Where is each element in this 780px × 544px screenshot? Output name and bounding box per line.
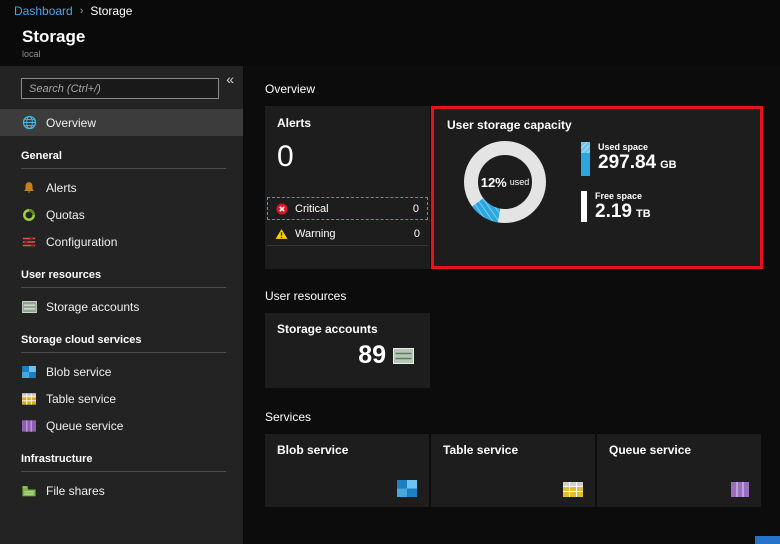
capacity-tile-title: User storage capacity xyxy=(447,118,747,132)
warning-label: Warning xyxy=(295,228,336,240)
sidebar-item-label: Table service xyxy=(46,392,116,406)
warning-icon xyxy=(275,228,288,240)
main-content: Overview Alerts 0 Critical 0 xyxy=(243,66,780,544)
free-space-bar-icon xyxy=(581,191,587,222)
sidebar-item-label: File shares xyxy=(46,484,105,498)
page-header: Storage local xyxy=(0,21,780,66)
warning-count: 0 xyxy=(414,228,420,240)
page-subtitle: local xyxy=(22,49,780,59)
free-space-stat: Free space 2.19 TB xyxy=(581,191,677,223)
sidebar-item-quotas[interactable]: Quotas xyxy=(0,201,243,228)
breadcrumb-current: Storage xyxy=(90,4,132,18)
storage-account-icon xyxy=(21,301,37,313)
used-space-value: 297.84 xyxy=(598,153,656,174)
blob-service-title: Blob service xyxy=(277,443,417,457)
blob-service-tile[interactable]: Blob service xyxy=(265,434,429,507)
sidebar-section-storage-cloud-services: Storage cloud services xyxy=(21,334,226,353)
overview-heading: Overview xyxy=(265,82,780,96)
globe-icon xyxy=(21,115,37,130)
collapse-sidebar-icon[interactable]: « xyxy=(226,72,234,86)
alerts-tile[interactable]: Alerts 0 Critical 0 xyxy=(265,106,430,269)
sidebar-item-overview[interactable]: Overview xyxy=(0,109,243,136)
critical-icon xyxy=(276,203,288,215)
storage-accounts-tile[interactable]: Storage accounts 89 xyxy=(265,313,430,388)
queue-icon xyxy=(21,420,37,432)
quota-ring-icon xyxy=(21,208,37,222)
storage-accounts-count: 89 xyxy=(358,343,386,368)
sidebar-item-label: Quotas xyxy=(46,208,85,222)
used-space-unit: GB xyxy=(660,159,677,171)
services-heading: Services xyxy=(265,410,780,424)
sidebar-item-label: Storage accounts xyxy=(46,300,139,314)
sidebar-item-blob-service[interactable]: Blob service xyxy=(0,358,243,385)
storage-account-tile-icon xyxy=(393,348,414,364)
free-space-value: 2.19 xyxy=(595,202,632,223)
storage-accounts-tile-title: Storage accounts xyxy=(277,322,418,336)
capacity-donut-chart: 12%used xyxy=(457,134,553,230)
breadcrumb-dashboard-link[interactable]: Dashboard xyxy=(14,4,73,18)
sliders-icon xyxy=(21,235,37,249)
sidebar-item-table-service[interactable]: Table service xyxy=(0,385,243,412)
critical-count: 0 xyxy=(413,203,419,215)
sidebar-item-file-shares[interactable]: File shares xyxy=(0,477,243,504)
user-resources-heading: User resources xyxy=(265,289,780,303)
sidebar-section-user-resources: User resources xyxy=(21,269,226,288)
free-space-unit: TB xyxy=(636,208,651,220)
warning-alerts-row[interactable]: Warning 0 xyxy=(267,223,428,246)
alerts-total-count: 0 xyxy=(277,140,418,174)
sidebar-section-general: General xyxy=(21,150,226,169)
queue-service-tile[interactable]: Queue service xyxy=(597,434,761,507)
bottom-corner-accent xyxy=(755,536,780,544)
sidebar-item-queue-service[interactable]: Queue service xyxy=(0,412,243,439)
blob-icon xyxy=(21,366,37,378)
sidebar: « Overview General Alerts xyxy=(0,66,243,544)
breadcrumb-separator: › xyxy=(80,5,84,17)
queue-service-title: Queue service xyxy=(609,443,749,457)
sidebar-item-alerts[interactable]: Alerts xyxy=(0,174,243,201)
storage-portal-screen: Dashboard › Storage Storage local « Over… xyxy=(0,0,780,544)
used-space-label: Used space xyxy=(598,142,677,152)
file-shares-icon xyxy=(21,485,37,497)
sidebar-item-storage-accounts[interactable]: Storage accounts xyxy=(0,293,243,320)
table-service-icon xyxy=(563,482,583,497)
used-space-stat: Used space 297.84 GB xyxy=(581,142,677,176)
sidebar-item-configuration[interactable]: Configuration xyxy=(0,228,243,255)
critical-label: Critical xyxy=(295,203,329,215)
donut-center-label: 12%used xyxy=(457,134,553,230)
queue-service-icon xyxy=(731,482,749,497)
sidebar-section-infrastructure: Infrastructure xyxy=(21,453,226,472)
sidebar-item-label: Alerts xyxy=(46,181,77,195)
bell-icon xyxy=(21,181,37,195)
table-icon xyxy=(21,393,37,405)
alerts-tile-title: Alerts xyxy=(277,116,418,130)
sidebar-item-label: Queue service xyxy=(46,419,123,433)
breadcrumb: Dashboard › Storage xyxy=(0,0,780,21)
used-space-bar-icon xyxy=(581,142,590,176)
page-title: Storage xyxy=(22,27,780,47)
user-storage-capacity-tile[interactable]: User storage capacity 12%used xyxy=(431,106,763,269)
table-service-title: Table service xyxy=(443,443,583,457)
sidebar-item-label: Overview xyxy=(46,116,96,130)
free-space-label: Free space xyxy=(595,191,651,201)
sidebar-item-label: Blob service xyxy=(46,365,111,379)
table-service-tile[interactable]: Table service xyxy=(431,434,595,507)
critical-alerts-row[interactable]: Critical 0 xyxy=(267,197,428,220)
search-input[interactable] xyxy=(21,78,219,99)
sidebar-item-label: Configuration xyxy=(46,235,117,249)
blob-service-icon xyxy=(397,480,417,497)
